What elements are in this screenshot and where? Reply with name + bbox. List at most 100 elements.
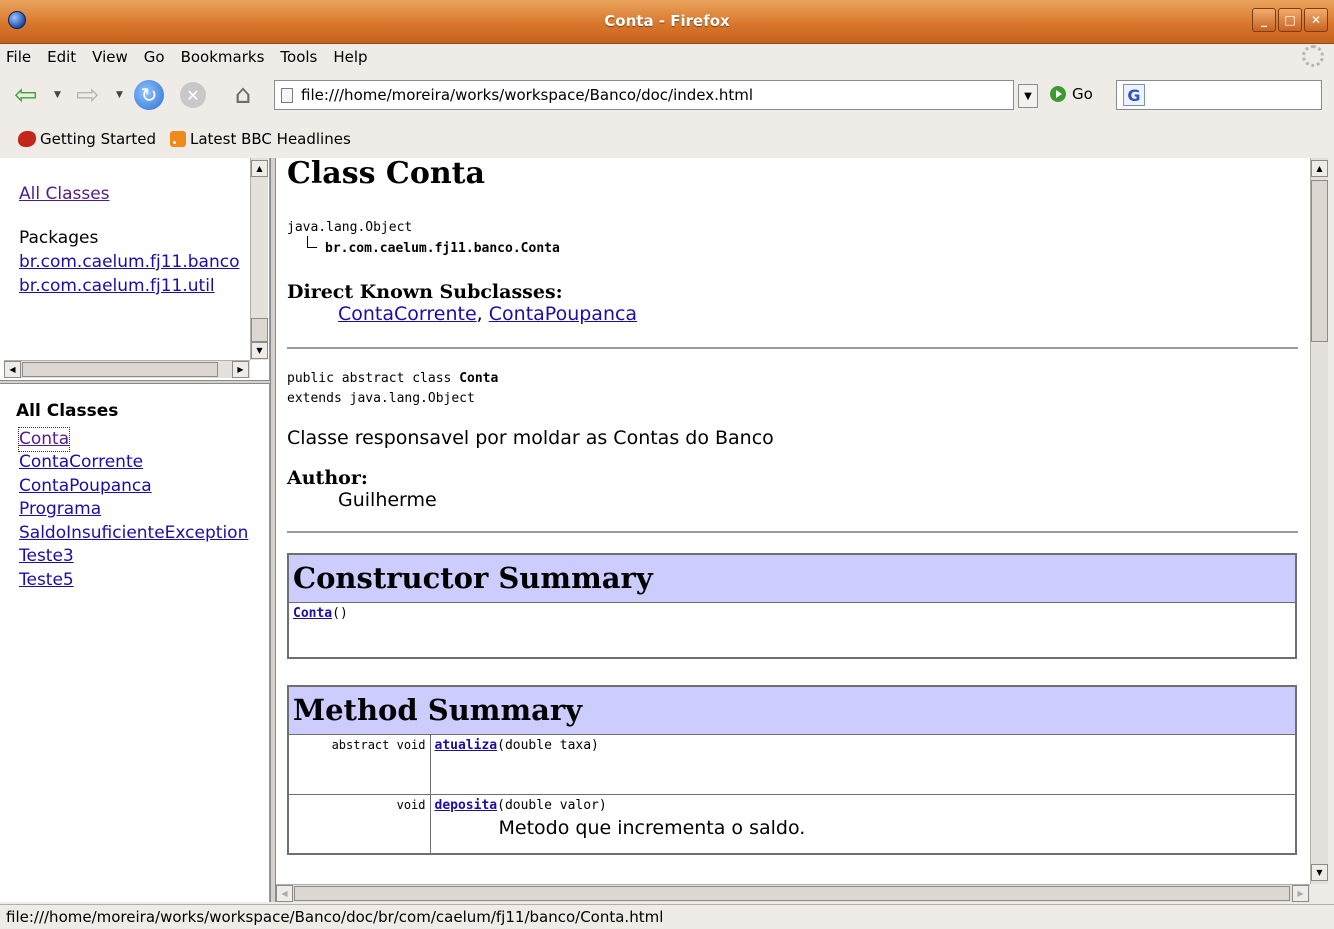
- back-dropdown-icon[interactable]: ▼: [54, 80, 61, 110]
- menu-bar: File Edit View Go Bookmarks Tools Help: [0, 44, 1334, 70]
- method-summary-table: Method Summary abstract void atualiza(do…: [287, 685, 1297, 855]
- method-modifiers: void: [287, 793, 431, 855]
- hierarchy-root: java.lang.Object: [287, 220, 413, 235]
- subclass-separator: ,: [476, 303, 489, 325]
- packages-heading: Packages: [19, 228, 99, 248]
- navigation-toolbar: ⇦ ▼ ⇨ ▼ ↻ ✕ ⌂ file:///home/moreira/works…: [0, 72, 1334, 118]
- close-window-button[interactable]: ✕: [1304, 8, 1328, 32]
- minimize-button[interactable]: _: [1252, 8, 1276, 32]
- constructor-summary-table: Constructor Summary Conta(): [287, 553, 1297, 659]
- activity-throbber-icon: [1302, 45, 1324, 67]
- class-description: Classe responsavel por moldar as Contas …: [287, 427, 774, 449]
- constructor-summary-title: Constructor Summary: [288, 554, 1296, 603]
- scroll-up-button[interactable]: ▲: [251, 160, 268, 177]
- go-button[interactable]: Go: [1050, 85, 1093, 103]
- package-link-banco[interactable]: br.com.caelum.fj11.banco: [19, 250, 269, 274]
- page-icon: [281, 87, 293, 103]
- class-declaration: public abstract class Conta extends java…: [287, 369, 1310, 409]
- scroll-down-button[interactable]: ▼: [251, 342, 268, 359]
- scroll-thumb[interactable]: [22, 362, 218, 377]
- divider: [287, 531, 1298, 533]
- class-link-teste5[interactable]: Teste5: [19, 569, 269, 593]
- scroll-right-button[interactable]: ▶: [232, 361, 249, 378]
- status-text: file:///home/moreira/works/workspace/Ban…: [6, 908, 664, 926]
- scroll-down-button[interactable]: ▼: [1311, 864, 1328, 881]
- scroll-up-button[interactable]: ▲: [1311, 160, 1328, 177]
- back-icon[interactable]: ⇦: [14, 80, 44, 110]
- divider: [287, 347, 1298, 349]
- all-classes-heading: All Classes: [16, 401, 119, 421]
- scroll-thumb[interactable]: [294, 886, 1290, 901]
- table-row: abstract void atualiza(double taxa): [287, 733, 1297, 795]
- class-link-saldoinsuficienteexception[interactable]: SaldoInsuficienteException: [19, 522, 269, 546]
- package-link-util[interactable]: br.com.caelum.fj11.util: [19, 274, 269, 298]
- forward-icon[interactable]: ⇨: [76, 80, 106, 110]
- bookmark-getting-started[interactable]: Getting Started: [18, 130, 156, 148]
- forward-dropdown-icon[interactable]: ▼: [116, 80, 123, 110]
- bookmark-latest-bbc-headlines[interactable]: Latest BBC Headlines: [169, 130, 351, 148]
- author-label: Author:: [287, 467, 368, 489]
- maximize-button[interactable]: □: [1278, 8, 1302, 32]
- scroll-left-button[interactable]: ◀: [276, 885, 293, 902]
- bookmark-label: Latest BBC Headlines: [189, 130, 351, 148]
- table-row: Conta(): [287, 601, 1297, 659]
- declaration-prefix: public abstract class: [287, 371, 460, 386]
- all-classes-link[interactable]: All Classes: [19, 182, 269, 206]
- constructor-link-conta[interactable]: Conta: [293, 606, 332, 621]
- google-search-engine-icon[interactable]: G: [1123, 84, 1145, 106]
- main-frame-hscrollbar[interactable]: ◀ ▶: [276, 884, 1310, 902]
- menu-bookmarks[interactable]: Bookmarks: [181, 48, 265, 66]
- method-link-deposita[interactable]: deposita: [435, 798, 498, 813]
- bookmark-label: Getting Started: [40, 130, 156, 148]
- declaration-name: Conta: [459, 371, 499, 386]
- declaration-extends: extends java.lang.Object: [287, 391, 475, 406]
- window-controls: _ □ ✕: [1252, 8, 1328, 32]
- url-text[interactable]: file:///home/moreira/works/workspace/Ban…: [301, 86, 753, 104]
- table-row: void deposita(double valor) Metodo que i…: [287, 793, 1297, 855]
- author-name: Guilherme: [338, 489, 437, 511]
- packages-frame: All Classes Packages br.com.caelum.fj11.…: [0, 158, 270, 380]
- subclasses-label: Direct Known Subclasses:: [287, 281, 563, 303]
- scroll-right-button[interactable]: ▶: [1292, 885, 1309, 902]
- menu-view[interactable]: View: [92, 48, 128, 66]
- reload-icon[interactable]: ↻: [134, 80, 164, 110]
- menu-help[interactable]: Help: [333, 48, 367, 66]
- subclass-link-contacorrente[interactable]: ContaCorrente: [338, 303, 477, 325]
- scroll-left-button[interactable]: ◀: [4, 361, 21, 378]
- class-title: Class Conta: [287, 158, 485, 191]
- menu-go[interactable]: Go: [144, 48, 165, 66]
- method-modifiers: abstract void: [287, 733, 431, 795]
- menu-tools[interactable]: Tools: [280, 48, 317, 66]
- scroll-thumb[interactable]: [1311, 180, 1328, 342]
- scroll-thumb[interactable]: [251, 318, 268, 342]
- class-link-contacorrente[interactable]: ContaCorrente: [19, 451, 269, 475]
- method-description: Metodo que incrementa o saldo.: [498, 816, 806, 839]
- method-link-atualiza[interactable]: atualiza: [435, 738, 498, 753]
- go-icon: [1050, 86, 1066, 102]
- class-hierarchy: java.lang.Object br.com.caelum.fj11.banc…: [287, 217, 1310, 259]
- packages-frame-hscrollbar[interactable]: ◀ ▶: [4, 360, 250, 378]
- method-summary-title: Method Summary: [288, 686, 1296, 735]
- hierarchy-child: br.com.caelum.fj11.banco.Conta: [287, 236, 1310, 259]
- class-detail-frame: Class Conta java.lang.Object br.com.cael…: [276, 158, 1310, 884]
- method-signature: deposita(double valor) Metodo que increm…: [429, 793, 1297, 855]
- class-link-contapoupanca[interactable]: ContaPoupanca: [19, 475, 269, 499]
- url-history-dropdown[interactable]: ▼: [1018, 84, 1038, 108]
- menu-file[interactable]: File: [6, 48, 31, 66]
- subclasses-list: ContaCorrente, ContaPoupanca: [338, 303, 1310, 325]
- title-bar: Conta - Firefox _ □ ✕: [0, 0, 1334, 44]
- class-link-conta[interactable]: Conta: [17, 426, 71, 452]
- stop-icon[interactable]: ✕: [180, 82, 206, 108]
- classes-frame: All Classes Conta ContaCorrente ContaPou…: [0, 384, 270, 902]
- menu-edit[interactable]: Edit: [47, 48, 76, 66]
- go-label: Go: [1072, 85, 1093, 103]
- rss-feed-icon: [169, 131, 186, 147]
- packages-frame-vscrollbar[interactable]: ▲ ▼: [250, 158, 268, 360]
- subclass-link-contapoupanca[interactable]: ContaPoupanca: [489, 303, 637, 325]
- search-bar[interactable]: G: [1116, 80, 1322, 110]
- class-link-programa[interactable]: Programa: [19, 498, 269, 522]
- home-icon[interactable]: ⌂: [228, 80, 258, 110]
- main-frame-vscrollbar[interactable]: ▲ ▼: [1310, 158, 1328, 884]
- class-link-teste3[interactable]: Teste3: [19, 545, 269, 569]
- url-bar[interactable]: file:///home/moreira/works/workspace/Ban…: [274, 80, 1014, 110]
